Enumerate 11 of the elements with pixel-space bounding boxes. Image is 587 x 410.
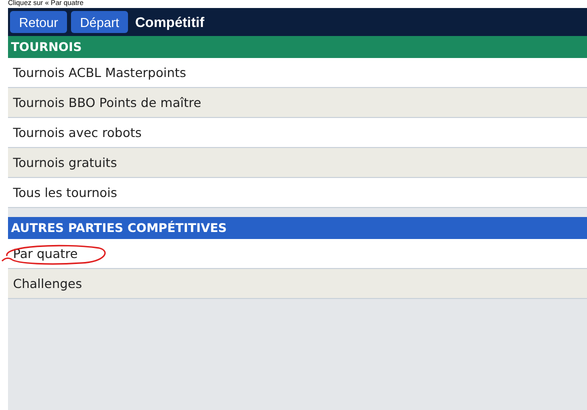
section-header: TOURNOIS bbox=[8, 36, 587, 58]
menu-item[interactable]: Tous les tournois bbox=[8, 178, 587, 208]
menu-item[interactable]: Tournois ACBL Masterpoints bbox=[8, 58, 587, 88]
section-header: AUTRES PARTIES COMPÉTITIVES bbox=[8, 217, 587, 239]
page-title: Compétitif bbox=[135, 14, 204, 30]
menu-item[interactable]: Tournois avec robots bbox=[8, 118, 587, 148]
nav-button[interactable]: Départ bbox=[71, 11, 128, 33]
menu-item[interactable]: Challenges bbox=[8, 269, 587, 299]
menu-item[interactable]: Tournois BBO Points de maître bbox=[8, 88, 587, 118]
menu-item[interactable]: Tournois gratuits bbox=[8, 148, 587, 178]
nav-button[interactable]: Retour bbox=[10, 11, 68, 33]
